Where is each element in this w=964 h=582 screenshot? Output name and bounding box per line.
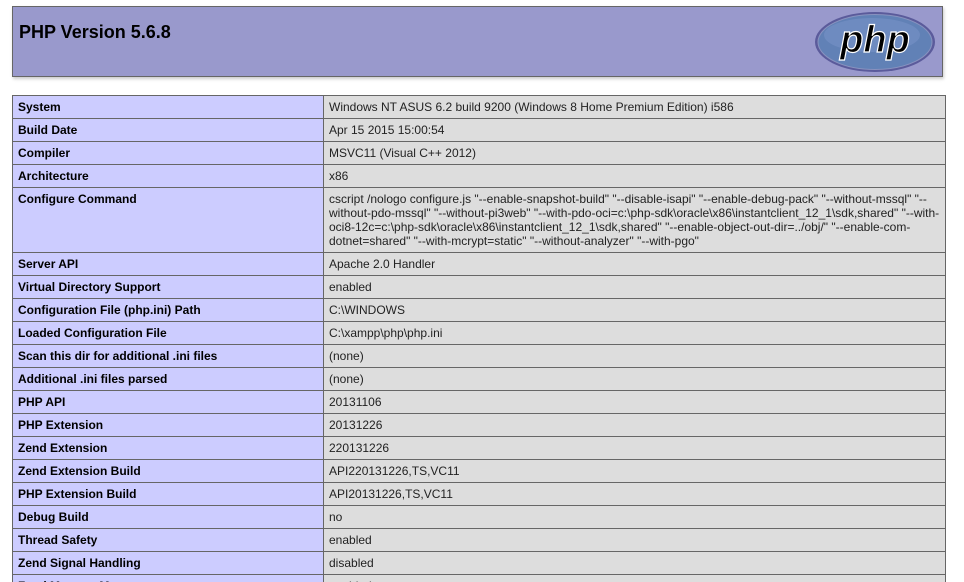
table-row: Virtual Directory Support enabled: [12, 275, 946, 299]
row-value: API20131226,TS,VC11: [323, 482, 946, 506]
row-label: Virtual Directory Support: [12, 275, 324, 299]
row-value: cscript /nologo configure.js "--enable-s…: [323, 187, 946, 253]
row-label: Loaded Configuration File: [12, 321, 324, 345]
row-label: System: [12, 95, 324, 119]
row-value: 220131226: [323, 436, 946, 460]
table-row: Zend Extension 220131226: [12, 436, 946, 460]
row-value: 20131226: [323, 413, 946, 437]
table-row: Debug Build no: [12, 505, 946, 529]
table-row: Zend Memory Managerenabled: [12, 574, 946, 582]
table-row: PHP Extension 20131226: [12, 413, 946, 437]
row-label: Configuration File (php.ini) Path: [12, 298, 324, 322]
row-label: Architecture: [12, 164, 324, 188]
table-row: Configure Command cscript /nologo configu…: [12, 187, 946, 253]
row-label: Server API: [12, 252, 324, 276]
row-value: (none): [323, 344, 946, 368]
row-value: (none): [323, 367, 946, 391]
table-row: PHP API 20131106: [12, 390, 946, 414]
row-value: Windows NT ASUS 6.2 build 9200 (Windows …: [323, 95, 946, 119]
table-row: Thread Safety enabled: [12, 528, 946, 552]
row-label: Zend Signal Handling: [12, 551, 324, 575]
row-value: Apache 2.0 Handler: [323, 252, 946, 276]
row-label: Build Date: [12, 118, 324, 142]
row-label: Zend Extension Build: [12, 459, 324, 483]
row-value: disabled: [323, 551, 946, 575]
table-row: Architecture x86: [12, 164, 946, 188]
row-value: MSVC11 (Visual C++ 2012): [323, 141, 946, 165]
row-label: Debug Build: [12, 505, 324, 529]
php-info-table: System Windows NT ASUS 6.2 build 9200 (Wi…: [12, 95, 946, 582]
row-value: x86: [323, 164, 946, 188]
row-value: no: [323, 505, 946, 529]
row-label: PHP Extension Build: [12, 482, 324, 506]
row-label: Zend Extension: [12, 436, 324, 460]
row-value: C:\WINDOWS: [323, 298, 946, 322]
table-row: Additional .ini files parsed (none): [12, 367, 946, 391]
row-value: C:\xampp\php\php.ini: [323, 321, 946, 345]
row-label: Scan this dir for additional .ini files: [12, 344, 324, 368]
row-label: Compiler: [12, 141, 324, 165]
row-value: Apr 15 2015 15:00:54: [323, 118, 946, 142]
table-row: Configuration File (php.ini) Path C:\WIND…: [12, 298, 946, 322]
phpinfo-header: PHP Version 5.6.8 php: [12, 6, 943, 77]
php-logo-text: php: [839, 19, 910, 61]
row-label: PHP API: [12, 390, 324, 414]
table-row: Build Date Apr 15 2015 15:00:54: [12, 118, 946, 142]
table-row: Loaded Configuration File C:\xampp\php\ph…: [12, 321, 946, 345]
table-row: System Windows NT ASUS 6.2 build 9200 (Wi…: [12, 95, 946, 119]
row-label: Additional .ini files parsed: [12, 367, 324, 391]
table-row: Zend Extension Build API220131226,TS,VC11: [12, 459, 946, 483]
row-value: enabled: [323, 275, 946, 299]
row-label: Thread Safety: [12, 528, 324, 552]
row-value: API220131226,TS,VC11: [323, 459, 946, 483]
row-label: Zend Memory Manager: [12, 574, 324, 582]
row-value: 20131106: [323, 390, 946, 414]
phpinfo-page: PHP Version 5.6.8 php System Windows NT A…: [0, 0, 964, 582]
table-row: PHP Extension Build API20131226,TS,VC11: [12, 482, 946, 506]
row-label: PHP Extension: [12, 413, 324, 437]
php-logo-icon: php: [815, 12, 935, 72]
page-title: PHP Version 5.6.8: [19, 22, 171, 42]
table-row: Server API Apache 2.0 Handler: [12, 252, 946, 276]
row-value: enabled: [323, 574, 946, 582]
table-row: Zend Signal Handling disabled: [12, 551, 946, 575]
row-value: enabled: [323, 528, 946, 552]
row-label: Configure Command: [12, 187, 324, 253]
table-row: Scan this dir for additional .ini files(…: [12, 344, 946, 368]
table-row: Compiler MSVC11 (Visual C++ 2012): [12, 141, 946, 165]
